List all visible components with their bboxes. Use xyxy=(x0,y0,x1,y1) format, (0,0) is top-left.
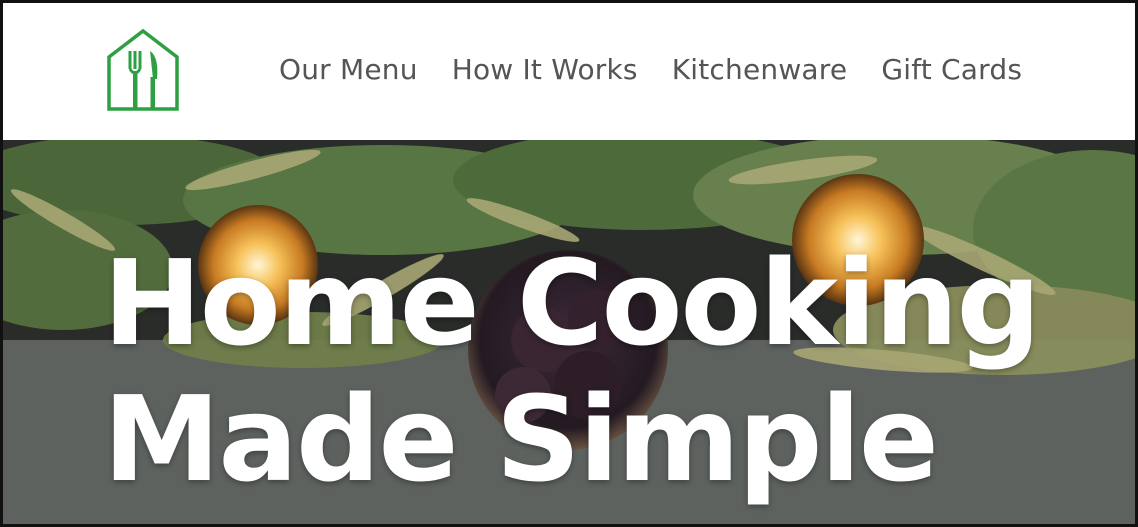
main-nav: Our Menu How It Works Kitchenware Gift C… xyxy=(279,53,1022,86)
page-frame: Our Menu How It Works Kitchenware Gift C… xyxy=(0,0,1138,527)
home-logo-link[interactable] xyxy=(103,27,183,115)
site-header: Our Menu How It Works Kitchenware Gift C… xyxy=(3,3,1135,140)
nav-our-menu[interactable]: Our Menu xyxy=(279,53,418,86)
hero-banner: Home Cooking Made Simple xyxy=(3,140,1135,524)
hero-headline-line2: Made Simple xyxy=(103,370,939,508)
nav-gift-cards[interactable]: Gift Cards xyxy=(881,53,1022,86)
nav-kitchenware[interactable]: Kitchenware xyxy=(672,53,848,86)
hero-headline: Home Cooking Made Simple xyxy=(103,234,1041,508)
nav-how-it-works[interactable]: How It Works xyxy=(452,53,638,86)
hero-headline-line1: Home Cooking xyxy=(103,234,1041,372)
house-fork-knife-icon xyxy=(107,28,179,111)
